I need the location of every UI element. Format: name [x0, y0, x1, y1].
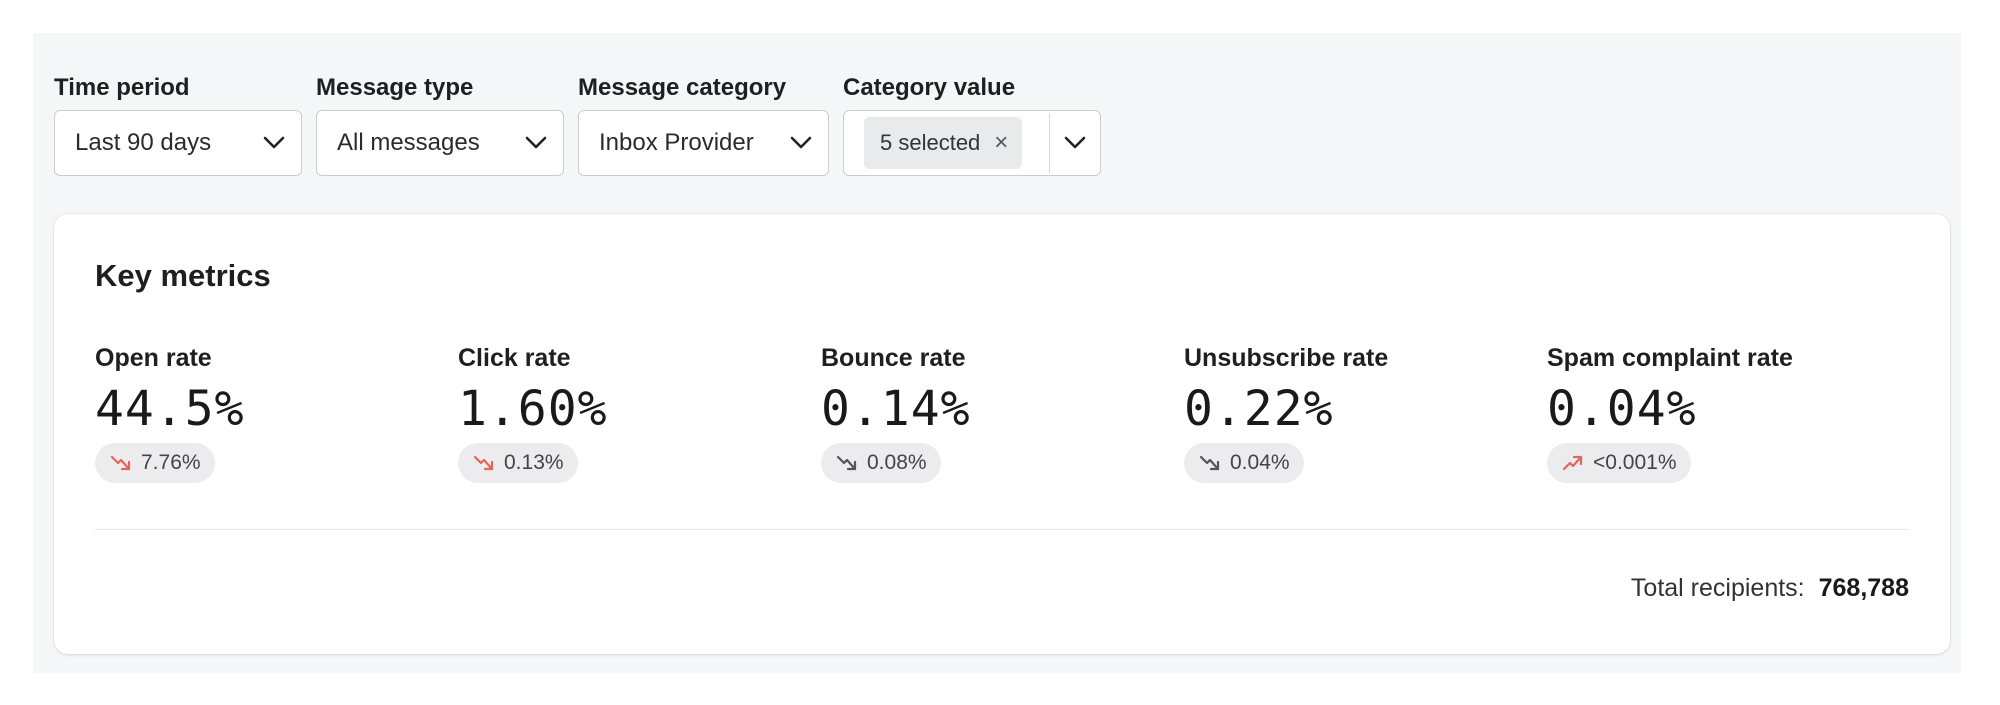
metric-value: 0.14%	[821, 381, 971, 437]
chevron-down-icon	[263, 136, 285, 149]
key-metrics-card: Key metrics Open rate 44.5% 7.76% Click …	[54, 214, 1950, 654]
card-title: Key metrics	[95, 258, 271, 293]
filter-label: Time period	[54, 74, 190, 101]
filter-message-category: Message category Inbox Provider	[578, 73, 829, 176]
delta-value: <0.001%	[1593, 451, 1677, 474]
select-value: All messages	[337, 129, 480, 156]
message-type-select[interactable]: All messages	[316, 110, 564, 176]
delta-badge: 0.08%	[821, 443, 941, 483]
message-category-select[interactable]: Inbox Provider	[578, 110, 829, 176]
category-value-multiselect[interactable]: 5 selected ×	[843, 110, 1101, 176]
trend-down-icon	[473, 455, 494, 471]
metric-value: 0.22%	[1184, 381, 1334, 437]
delta-value: 7.76%	[141, 451, 201, 474]
metric-open-rate: Open rate 44.5% 7.76%	[95, 344, 455, 483]
time-period-select[interactable]: Last 90 days	[54, 110, 302, 176]
total-value: 768,788	[1818, 574, 1909, 602]
delta-badge: 0.13%	[458, 443, 578, 483]
chevron-down-icon[interactable]	[1064, 136, 1086, 150]
chevron-down-icon	[525, 136, 547, 149]
trend-up-icon	[1562, 455, 1583, 471]
metric-value: 0.04%	[1547, 381, 1697, 437]
metric-label: Click rate	[458, 344, 571, 372]
metric-spam-complaint-rate: Spam complaint rate 0.04% <0.001%	[1547, 344, 1907, 483]
metric-label: Unsubscribe rate	[1184, 344, 1389, 372]
delta-badge: 0.04%	[1184, 443, 1304, 483]
filter-label: Message type	[316, 74, 474, 101]
metric-label: Open rate	[95, 344, 212, 372]
trend-down-icon	[836, 455, 857, 471]
metric-label: Spam complaint rate	[1547, 344, 1793, 372]
multiselect-controls	[1041, 113, 1087, 173]
filter-label: Category value	[843, 74, 1016, 101]
delta-badge: <0.001%	[1547, 443, 1691, 483]
metric-bounce-rate: Bounce rate 0.14% 0.08%	[821, 344, 1181, 483]
metric-click-rate: Click rate 1.60% 0.13%	[458, 344, 818, 483]
total-recipients: Total recipients: 768,788	[1631, 574, 1909, 603]
filter-bar: Time period Last 90 days Message type Al…	[54, 73, 1101, 176]
selected-chip: 5 selected ×	[864, 117, 1023, 169]
multiselect-values: 5 selected ×	[864, 117, 1023, 169]
delta-badge: 7.76%	[95, 443, 215, 483]
filter-message-type: Message type All messages	[316, 73, 564, 176]
chip-label: 5 selected	[880, 130, 981, 155]
total-label: Total recipients:	[1630, 574, 1805, 602]
delta-value: 0.04%	[1230, 451, 1290, 474]
trend-down-icon	[1199, 455, 1220, 471]
metric-value: 1.60%	[458, 381, 608, 437]
filter-category-value: Category value 5 selected ×	[843, 73, 1101, 176]
metric-label: Bounce rate	[821, 344, 966, 372]
filter-time-period: Time period Last 90 days	[54, 73, 302, 176]
metric-value: 44.5%	[95, 381, 245, 437]
delta-value: 0.13%	[504, 451, 564, 474]
metric-unsubscribe-rate: Unsubscribe rate 0.22% 0.04%	[1184, 344, 1544, 483]
analytics-panel: Time period Last 90 days Message type Al…	[33, 33, 1961, 673]
close-icon[interactable]: ×	[994, 131, 1008, 155]
delta-value: 0.08%	[867, 451, 927, 474]
chevron-down-icon	[790, 136, 812, 149]
filter-label: Message category	[578, 74, 787, 101]
trend-down-icon	[110, 455, 131, 471]
select-value: Last 90 days	[75, 129, 212, 156]
divider	[1048, 113, 1050, 173]
select-value: Inbox Provider	[599, 129, 754, 156]
divider	[95, 529, 1909, 530]
